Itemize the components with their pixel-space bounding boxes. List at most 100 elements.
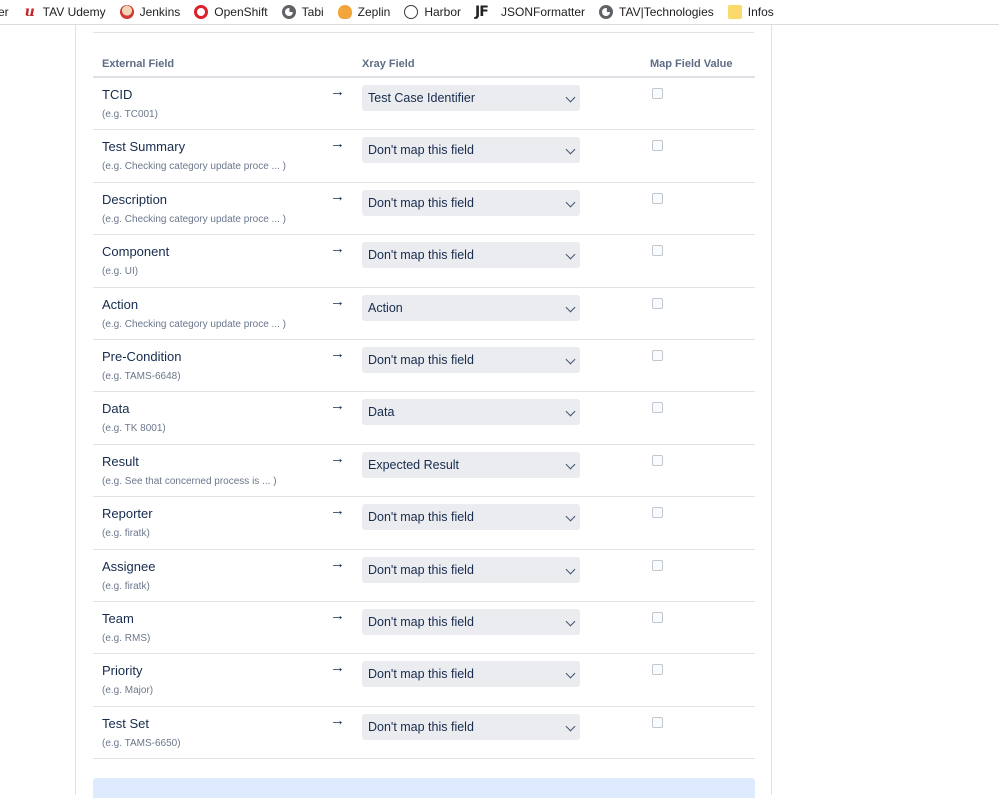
map-field-value-checkbox[interactable] bbox=[652, 245, 663, 257]
xray-field-selected-value: Don't map this field bbox=[368, 143, 474, 158]
external-field-name: Test Summary bbox=[102, 139, 186, 155]
arrow-right-icon: → bbox=[330, 449, 345, 467]
xray-field-selected-value: Don't map this field bbox=[368, 667, 474, 682]
external-field-example: (e.g. TK 8001) bbox=[102, 423, 166, 435]
external-field-example: (e.g. UI) bbox=[102, 266, 139, 278]
globe-icon bbox=[599, 5, 614, 19]
bookmark-label: TAV Udemy bbox=[42, 5, 106, 19]
map-field-value-checkbox[interactable] bbox=[652, 402, 663, 414]
xray-field-select[interactable]: Don't map this field bbox=[362, 713, 580, 740]
table-row: TCID (e.g. TC001) → Test Case Identifier bbox=[93, 78, 755, 131]
xray-field-selected-value: Don't map this field bbox=[368, 352, 474, 367]
xray-field-select[interactable]: Data bbox=[362, 399, 580, 426]
external-field-name: TCID bbox=[102, 87, 133, 102]
arrow-right-icon: → bbox=[330, 240, 345, 258]
chevron-down-icon bbox=[565, 406, 576, 417]
arrow-right-icon: → bbox=[330, 187, 345, 205]
table-row: Assignee (e.g. firatk) → Don't map this fie… bbox=[93, 550, 755, 602]
arrow-right-icon: → bbox=[330, 554, 345, 572]
header-xray-field: Xray Field bbox=[362, 58, 415, 70]
xray-field-select[interactable]: Don't map this field bbox=[362, 189, 580, 216]
map-field-value-checkbox[interactable] bbox=[652, 454, 663, 466]
external-field-example: (e.g. RMS) bbox=[102, 632, 151, 644]
external-field-example: (e.g. Checking category update proce ...… bbox=[102, 318, 286, 330]
xray-field-select[interactable]: Don't map this field bbox=[362, 608, 580, 635]
external-field-example: (e.g. See that concerned process is ... … bbox=[102, 475, 277, 487]
chevron-down-icon bbox=[565, 511, 576, 522]
bookmark-harbor[interactable]: Harbor bbox=[404, 5, 461, 19]
bookmark-tav-technologies[interactable]: TAV|Technologies bbox=[599, 5, 714, 19]
map-field-value-checkbox[interactable] bbox=[652, 559, 663, 571]
xray-field-selected-value: Action bbox=[368, 300, 403, 315]
bookmark-label: Harbor bbox=[424, 5, 462, 19]
table-row: Result (e.g. See that concerned process i… bbox=[93, 445, 755, 498]
bookmark-jenkins[interactable]: Jenkins bbox=[119, 5, 181, 19]
bookmark-jsonformatter[interactable]: JF JSONFormatter bbox=[475, 5, 585, 19]
map-field-value-checkbox[interactable] bbox=[652, 88, 663, 99]
xray-field-selected-value: Don't map this field bbox=[368, 614, 474, 629]
chevron-down-icon bbox=[565, 92, 576, 103]
xray-field-select[interactable]: Don't map this field bbox=[362, 556, 580, 583]
xray-field-select[interactable]: Expected Result bbox=[362, 451, 580, 478]
chevron-down-icon bbox=[565, 721, 576, 732]
section-divider bbox=[93, 32, 754, 33]
zeplin-icon bbox=[337, 5, 352, 19]
chevron-down-icon bbox=[565, 354, 576, 365]
map-field-value-checkbox[interactable] bbox=[652, 192, 663, 204]
external-field-name: Action bbox=[102, 296, 139, 312]
xray-field-select[interactable]: Don't map this field bbox=[362, 346, 580, 373]
map-field-value-checkbox[interactable] bbox=[652, 664, 663, 676]
chevron-down-icon bbox=[565, 197, 576, 208]
table-row: Team (e.g. RMS) → Don't map this field bbox=[93, 602, 755, 655]
table-row: Component (e.g. UI) → Don't map this field bbox=[93, 235, 755, 288]
bookmark-label: Jenkins bbox=[139, 5, 181, 19]
external-field-example: (e.g. firatk) bbox=[102, 528, 150, 540]
bookmark-label: Infos bbox=[747, 5, 774, 19]
table-row: Pre-Condition (e.g. TAMS-6648) → Don't map … bbox=[93, 340, 755, 393]
udemy-icon: u bbox=[24, 4, 35, 20]
map-field-value-checkbox[interactable] bbox=[652, 611, 663, 623]
external-field-name: Reporter bbox=[102, 506, 153, 522]
map-field-value-checkbox[interactable] bbox=[652, 297, 663, 309]
map-field-value-checkbox[interactable] bbox=[652, 716, 663, 728]
xray-field-select[interactable]: Don't map this field bbox=[362, 137, 580, 164]
map-field-value-checkbox[interactable] bbox=[652, 507, 663, 519]
bookmarks-bar: er u TAV Udemy Jenkins OpenShift Tabi Ze… bbox=[0, 0, 999, 25]
xray-field-selected-value: Don't map this field bbox=[368, 510, 474, 525]
info-banner bbox=[93, 778, 755, 798]
bookmark-tav-udemy[interactable]: u TAV Udemy bbox=[23, 5, 106, 19]
external-field-name: Pre-Condition bbox=[102, 348, 182, 364]
arrow-right-icon: → bbox=[330, 502, 345, 520]
xray-field-select[interactable]: Test Case Identifier bbox=[362, 85, 580, 111]
arrow-right-icon: → bbox=[330, 344, 345, 362]
openshift-icon bbox=[194, 5, 209, 19]
xray-field-selected-value: Don't map this field bbox=[368, 195, 474, 210]
jenkins-icon bbox=[119, 5, 134, 19]
bookmark-tabi[interactable]: Tabi bbox=[281, 5, 324, 19]
xray-field-select[interactable]: Don't map this field bbox=[362, 504, 580, 531]
table-row: Action (e.g. Checking category update pro… bbox=[93, 288, 755, 340]
external-field-example: (e.g. Checking category update proce ...… bbox=[102, 213, 286, 225]
map-field-value-checkbox[interactable] bbox=[652, 140, 663, 152]
bookmark-infos[interactable]: Infos bbox=[727, 5, 774, 19]
header-map-field-value: Map Field Value bbox=[650, 58, 733, 70]
external-field-name: Description bbox=[102, 191, 168, 207]
xray-field-select[interactable]: Don't map this field bbox=[362, 242, 580, 269]
table-row: Test Summary (e.g. Checking category upda… bbox=[93, 130, 755, 183]
chevron-down-icon bbox=[565, 668, 576, 679]
bookmark-label: Tabi bbox=[301, 5, 324, 19]
map-field-value-checkbox[interactable] bbox=[652, 349, 663, 361]
xray-field-select[interactable]: Don't map this field bbox=[362, 661, 580, 688]
bookmark-openshift[interactable]: OpenShift bbox=[194, 5, 268, 19]
bookmark-zeplin[interactable]: Zeplin bbox=[337, 5, 390, 19]
external-field-name: Test Set bbox=[102, 715, 149, 731]
external-field-example: (e.g. TAMS-6648) bbox=[102, 370, 181, 382]
bookmark-cut-off[interactable]: er bbox=[0, 5, 9, 19]
chevron-down-icon bbox=[565, 616, 576, 627]
external-field-example: (e.g. TC001) bbox=[102, 109, 158, 120]
table-header: External Field Xray Field Map Field Valu… bbox=[93, 48, 755, 78]
xray-field-select[interactable]: Action bbox=[362, 294, 580, 321]
field-mapping-table: External Field Xray Field Map Field Valu… bbox=[93, 48, 755, 760]
table-row: Data (e.g. TK 8001) → Data bbox=[93, 392, 755, 445]
arrow-right-icon: → bbox=[330, 135, 345, 153]
